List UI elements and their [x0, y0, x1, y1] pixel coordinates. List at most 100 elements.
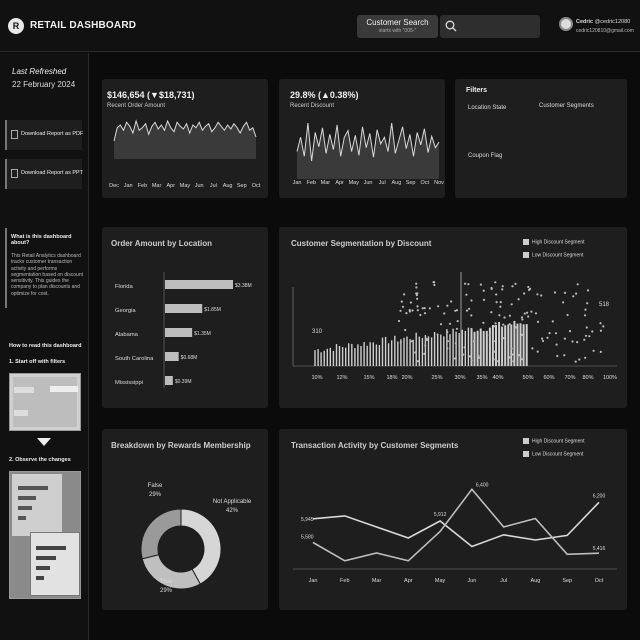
- scatter-point: [526, 311, 529, 314]
- download-pdf-label: Download Report as PDF: [21, 131, 84, 137]
- download-ppt-label: Download Report as PPT: [21, 170, 84, 176]
- scatter-point: [576, 283, 579, 286]
- scatter-point: [470, 359, 473, 362]
- scatter-point: [512, 360, 515, 363]
- scatter-point: [478, 356, 481, 359]
- scatter-point: [495, 293, 498, 296]
- scatter-point: [502, 323, 505, 326]
- arrow-down-icon: [37, 438, 51, 446]
- location-bar: [165, 304, 203, 313]
- scatter-point: [408, 309, 411, 312]
- x-tick-label: Sep: [562, 578, 572, 584]
- howto-title: How to read this dashboard: [9, 343, 82, 349]
- location-chart-title: Order Amount by Location: [111, 239, 213, 248]
- app-title: RETAIL DASHBOARD: [30, 20, 137, 31]
- bar-value-label: $3.38M: [235, 283, 252, 289]
- x-tick-label: Jul: [500, 578, 507, 584]
- scatter-point: [583, 314, 587, 317]
- location-bar: [165, 352, 179, 361]
- donut-slice: [140, 508, 182, 560]
- scatter-point: [536, 293, 539, 296]
- x-tick-label: Jan: [309, 578, 318, 584]
- scatter-point: [592, 349, 595, 352]
- category-label: Mississippi: [115, 380, 143, 386]
- month-tick-label: Dec: [109, 183, 119, 189]
- month-tick-label: May: [180, 183, 191, 189]
- month-tick-label: Oct: [252, 183, 261, 189]
- scatter-point: [492, 350, 495, 353]
- scatter-point: [568, 330, 572, 333]
- customer-segments-filter[interactable]: Customer Segments: [539, 103, 594, 109]
- scatter-point: [602, 325, 605, 328]
- scatter-point: [494, 281, 497, 284]
- avatar[interactable]: [559, 17, 573, 31]
- customer-search-box[interactable]: [440, 15, 540, 38]
- scatter-annotation: 518: [599, 302, 610, 308]
- scatter-point: [599, 350, 602, 353]
- scatter-point: [416, 305, 419, 308]
- x-tick-label: May: [435, 578, 446, 584]
- scatter-point: [411, 309, 414, 312]
- scatter-point: [563, 337, 566, 340]
- scatter-point: [536, 320, 540, 323]
- scatter-point: [508, 314, 511, 317]
- scatter-point: [503, 316, 506, 319]
- scatter-point: [536, 350, 539, 353]
- scatter-point: [566, 313, 569, 317]
- user-name: Cedric: [576, 19, 594, 25]
- x-tick-label: 15%: [363, 375, 374, 381]
- recent-order-amount-card: $146,654 (▼$18,731) Recent Order Amount …: [102, 79, 268, 198]
- x-tick-label: 40%: [492, 375, 503, 381]
- month-tick-label: Feb: [138, 183, 147, 189]
- top-bar: R RETAIL DASHBOARD Customer Search start…: [0, 0, 640, 52]
- scatter-point: [416, 360, 419, 363]
- document-icon: [11, 169, 18, 178]
- customer-segmentation-card: Customer Segmentation by Discount High D…: [279, 227, 627, 408]
- about-title: What is this dashboard about?: [11, 234, 72, 246]
- x-tick-label: 60%: [543, 375, 554, 381]
- download-ppt-button[interactable]: Download Report as PPT: [5, 159, 84, 189]
- scatter-point: [482, 298, 486, 301]
- scatter-point: [502, 337, 505, 340]
- scatter-point: [492, 340, 495, 343]
- month-tick-label: Aug: [223, 183, 233, 189]
- download-pdf-button[interactable]: Download Report as PDF: [5, 120, 84, 150]
- customer-search-title: Customer Search: [366, 18, 429, 27]
- category-label: Florida: [115, 284, 133, 290]
- scatter-point: [423, 307, 426, 310]
- scatter-point: [415, 286, 418, 289]
- scatter-point: [446, 331, 449, 334]
- slice-value-label: 29%: [149, 492, 162, 498]
- scatter-point: [527, 285, 530, 289]
- scatter-point: [436, 333, 439, 336]
- x-tick-label: Oct: [595, 578, 604, 584]
- scatter-point: [584, 334, 588, 337]
- x-tick-label: 80%: [582, 375, 593, 381]
- scatter-point: [584, 308, 587, 311]
- scatter-point: [477, 354, 480, 357]
- scatter-point: [520, 316, 524, 319]
- scatter-point: [499, 305, 502, 308]
- scatter-point: [540, 294, 543, 297]
- search-icon: [445, 20, 457, 32]
- scatter-point: [584, 356, 587, 359]
- scatter-point: [575, 292, 578, 295]
- scatter-point: [410, 340, 413, 343]
- scatter-point: [405, 312, 408, 315]
- coupon-flag-filter[interactable]: Coupon Flag: [468, 153, 502, 159]
- x-tick-label: 50%: [522, 375, 533, 381]
- bar-value-label: $1.35M: [194, 331, 211, 337]
- x-tick-label: 100%: [603, 375, 617, 381]
- scatter-point: [470, 314, 473, 317]
- point-label: 6,400: [476, 482, 489, 488]
- scatter-point: [482, 289, 485, 292]
- customer-search-label: Customer Search starts with "005-": [357, 15, 438, 38]
- location-state-filter[interactable]: Location State: [468, 105, 506, 111]
- scatter-point: [562, 301, 565, 304]
- customer-search-input[interactable]: [462, 18, 536, 35]
- month-tick-label: Jan: [124, 183, 133, 189]
- scatter-point: [574, 360, 577, 363]
- scatter-point: [517, 298, 520, 301]
- x-tick-label: 10%: [311, 375, 322, 381]
- month-tick-label: Apr: [335, 180, 344, 186]
